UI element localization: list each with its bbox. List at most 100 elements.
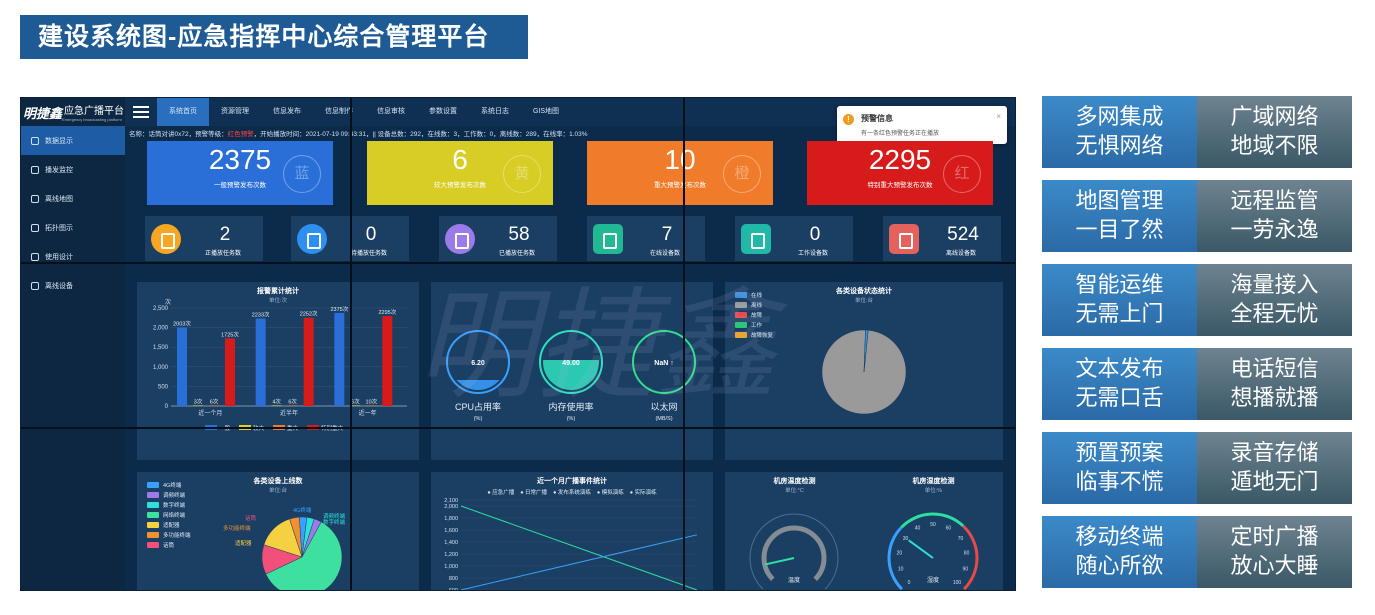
- stat-value: 524: [947, 224, 979, 245]
- gauge-label: 以太网: [650, 401, 677, 412]
- panel-device-online: 各类设备上线数 单位:台 4G终端 调频终端 数字终端 网络终端 适配器 多功能终端 话筒 …: [137, 472, 419, 590]
- gauge-tick-label: 10: [898, 567, 904, 573]
- y-tick-label: 1,600: [444, 528, 458, 534]
- sidebar-item-data[interactable]: 数据显示: [21, 126, 125, 155]
- tab-publish[interactable]: 信息发布: [261, 98, 313, 126]
- sidebar-item-label: 离线地图: [45, 195, 73, 203]
- bar: [225, 338, 235, 406]
- feature-text: 地域不限: [1230, 133, 1319, 158]
- tab-resources[interactable]: 资源管理: [209, 98, 261, 126]
- feature-text: 无需口舌: [1075, 385, 1164, 410]
- gauge-tick-label: 20: [897, 551, 903, 557]
- feature-tile: 广域网络 地域不限: [1197, 96, 1352, 168]
- stat-played: 58 已播放任务数: [439, 216, 557, 261]
- card-general-warnings: 2375 一般预警发布次数 蓝: [147, 141, 333, 205]
- screen-seam: [21, 262, 1015, 264]
- y-tick-label: 2,000: [444, 504, 458, 510]
- tab-gis[interactable]: GIS地图: [521, 98, 571, 126]
- app-logo: 明捷鑫 应急广播平台 Emergency broadcasting platfo…: [21, 98, 125, 126]
- x-tick-label: 近半年: [280, 409, 298, 417]
- gauge-label: CPU占用率: [455, 401, 501, 412]
- x-tick-label: 近一个月: [198, 409, 222, 417]
- gauge-value: 49.00: [562, 360, 580, 367]
- bar-value-label: 2233次: [252, 310, 270, 318]
- bar-value-label: 6次: [351, 397, 360, 405]
- gauge-arc: [761, 525, 827, 581]
- feature-text: 地图管理: [1075, 188, 1164, 213]
- hourglass-icon: [297, 224, 327, 254]
- environment-gauges: 温度 0 10 20 30 40 50 60 70 80 90 100 湿度: [749, 512, 979, 590]
- y-tick-label: 1,200: [444, 552, 458, 558]
- sidebar-item-label: 离线设备: [45, 282, 73, 290]
- stamp-icon: 橙: [723, 155, 761, 193]
- alarm-bar-chart: 次 0 500 1,000 1,500 2,000 2,500 近一个月 2003次 3次 6次 17…: [153, 298, 407, 432]
- gauge-tick-label: 60: [946, 526, 952, 532]
- feature-text: 文本发布: [1075, 356, 1164, 381]
- y-tick-label: 0: [165, 404, 169, 410]
- gauge-tick-label: 80: [964, 551, 970, 557]
- pie-slice-label: 4G终端: [293, 506, 312, 514]
- screen-check-icon: [741, 224, 771, 254]
- clock-icon: [31, 252, 39, 261]
- status-level: 红色预警: [227, 131, 254, 138]
- sidebar-item-label: 播发监控: [45, 166, 73, 174]
- screen-x-icon: [889, 224, 919, 254]
- screen-seam: [350, 98, 352, 590]
- feature-text: 录音存储: [1230, 440, 1319, 465]
- database-icon: [31, 281, 39, 290]
- feature-text: 一劳永逸: [1230, 217, 1319, 242]
- bar: [287, 405, 298, 406]
- bar-value-label: 2375次: [330, 305, 348, 313]
- y-axis-label: 次: [165, 298, 171, 306]
- status-prefix: 名称：话筒对讲0x72，预警等级：: [129, 131, 228, 138]
- alert-body: 有一条红色预警任务正在播放: [861, 131, 940, 137]
- pie-slice-label: 适配器: [235, 539, 252, 547]
- sidebar-item-offline[interactable]: 离线设备: [21, 271, 125, 300]
- tab-home[interactable]: 系统首页: [157, 98, 209, 126]
- feature-text: 多网集成: [1075, 104, 1164, 129]
- bar-value-label: 6次: [210, 397, 219, 405]
- close-icon[interactable]: ×: [996, 112, 1001, 121]
- panel-device-status: 各类设备状态统计 单位:台 在线 离线 故障 工作 故障恢复: [725, 282, 1003, 460]
- page: 建设系统图-应急指挥中心综合管理平台 明捷鑫 应急广播平台 Emergency …: [0, 0, 1375, 615]
- alert-notification[interactable]: ! 预警信息 有一条红色预警任务正在播放 ×: [837, 106, 1007, 144]
- sidebar-item-map[interactable]: 离线地图: [21, 184, 125, 213]
- menu-icon[interactable]: [133, 106, 149, 118]
- gauge-value: NaN ↑: [654, 360, 673, 367]
- status-line: 名称：话筒对讲0x72，预警等级：红色预警，开始播放时间：2021-07-19 …: [129, 128, 588, 138]
- sidebar-item-topology[interactable]: 拓扑图示: [21, 213, 125, 242]
- feature-text: 海量接入: [1230, 272, 1319, 297]
- tab-produce[interactable]: 信息制作: [313, 98, 365, 126]
- pie-slice-label: 多功能终端: [223, 524, 251, 532]
- stat-value: 0: [809, 224, 821, 245]
- monitor-icon: [593, 224, 623, 254]
- sidebar-item-monitor[interactable]: 播发监控: [21, 155, 125, 184]
- gauge-tick-label: 100: [953, 580, 962, 586]
- gauge-needle: [908, 539, 934, 559]
- gauge-arc: [962, 524, 979, 590]
- feature-text: 想播就播: [1230, 385, 1319, 410]
- alert-title: 预警信息: [861, 114, 893, 123]
- tab-logs[interactable]: 系统日志: [469, 98, 521, 126]
- stat-label: 已播放任务数: [498, 251, 535, 257]
- sidebar-item-design[interactable]: 使用设计: [21, 242, 125, 271]
- stat-value: 58: [508, 224, 530, 245]
- tab-review[interactable]: 信息审核: [365, 98, 417, 126]
- x-tick-label: 近一年: [359, 409, 377, 417]
- bar-value-label: 6次: [288, 397, 297, 405]
- feature-text: 临事不慌: [1075, 469, 1164, 494]
- feature-tile: 录音存储 遁地无门: [1197, 432, 1352, 504]
- stat-value: 2: [219, 224, 231, 245]
- series-line: [460, 505, 698, 590]
- folder-icon: [31, 223, 39, 232]
- bar: [271, 405, 282, 406]
- y-tick-label: 1,400: [444, 540, 458, 546]
- bar-value-label: 10次: [366, 397, 378, 405]
- gauge-unit: (MB/S): [655, 416, 672, 422]
- bar-value-label: 2295次: [378, 308, 396, 316]
- y-tick-label: 1,000: [444, 564, 458, 570]
- pie-slice-label: 数字终端: [323, 518, 346, 526]
- feature-tile: 文本发布 无需口舌: [1042, 348, 1197, 420]
- tab-settings[interactable]: 参数设置: [417, 98, 469, 126]
- bar-value-label: 1725次: [221, 330, 239, 338]
